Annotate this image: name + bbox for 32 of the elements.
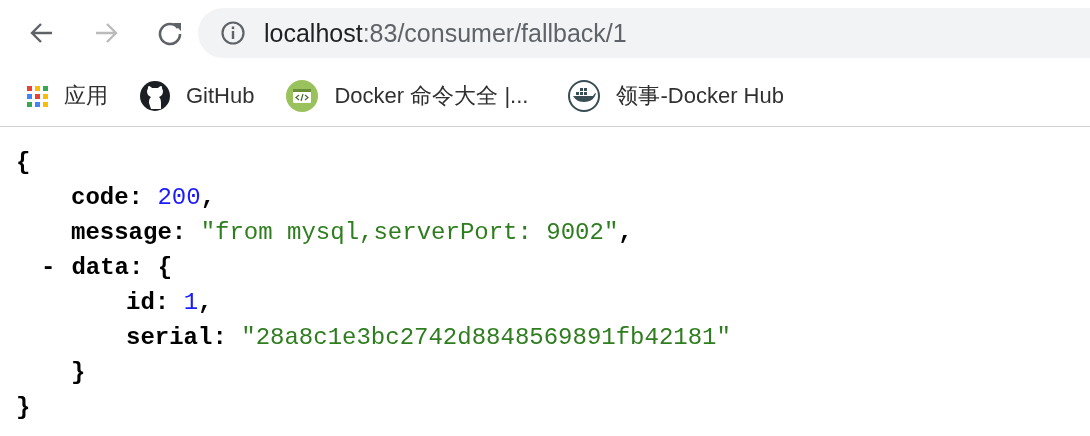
json-punctuation: { — [16, 149, 31, 176]
json-key: data — [71, 254, 129, 281]
json-punctuation: : { — [129, 254, 173, 281]
json-number: 1 — [183, 289, 199, 316]
json-string: "from mysql,serverPort: 9002" — [200, 219, 619, 246]
address-bar[interactable]: localhost:83/consumer/fallback/1 — [198, 8, 1090, 58]
json-key: message — [71, 219, 172, 246]
json-punctuation: : — [171, 219, 188, 246]
json-punctuation: , — [198, 289, 213, 316]
json-key: code — [71, 184, 129, 211]
cat-silhouette-icon — [140, 81, 170, 111]
json-punctuation: } — [16, 394, 31, 421]
json-punctuation: , — [618, 219, 633, 246]
json-punctuation: : — [128, 184, 144, 211]
json-punctuation: : — [154, 289, 171, 316]
info-icon[interactable] — [220, 20, 246, 46]
json-punctuation: } — [71, 359, 86, 386]
json-key: serial — [126, 324, 213, 351]
json-punctuation: : — [212, 324, 228, 351]
json-punctuation: , — [200, 184, 216, 211]
bookmark-item[interactable]: GitHub — [140, 81, 255, 111]
bookmark-item[interactable]: Docker 命令大全 |... — [286, 80, 529, 112]
bookmark-item[interactable]: 应用 — [27, 81, 108, 111]
url-text: localhost:83/consumer/fallback/1 — [264, 18, 627, 48]
collapse-toggle[interactable]: - — [41, 254, 56, 281]
code-window-icon — [286, 80, 319, 112]
json-string: "28a8c1e3bc2742d8848569891fb42181" — [241, 324, 731, 351]
apps-grid-icon — [27, 85, 48, 107]
json-number: 200 — [157, 184, 201, 211]
bookmark-item[interactable]: 领事-Docker Hub — [568, 80, 784, 112]
whale-icon — [568, 80, 601, 112]
json-key: id — [126, 289, 155, 316]
